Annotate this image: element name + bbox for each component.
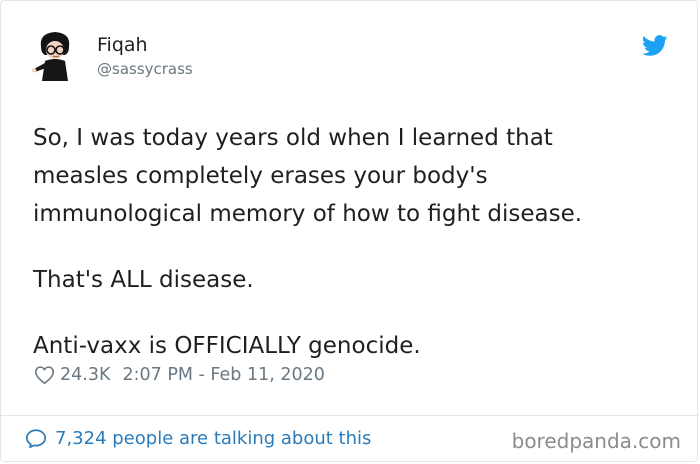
- watermark: boredpanda.com: [511, 429, 681, 453]
- talking-about-text: 7,324 people are talking about this: [55, 428, 372, 449]
- heart-icon[interactable]: [34, 365, 55, 385]
- divider: [1, 415, 699, 416]
- like-count[interactable]: 24.3K: [60, 365, 110, 385]
- tweet-meta: 24.3K 2:07 PM - Feb 11, 2020: [34, 365, 325, 385]
- timestamp[interactable]: 2:07 PM - Feb 11, 2020: [122, 365, 324, 385]
- avatar[interactable]: [31, 29, 79, 81]
- tweet-line: measles completely erases your body's: [33, 163, 488, 189]
- twitter-bird-icon[interactable]: [642, 35, 668, 57]
- speech-bubble-icon: [25, 429, 47, 449]
- tweet-text: So, I was today years old when I learned…: [33, 119, 673, 365]
- user-handle[interactable]: @sassycrass: [97, 60, 193, 78]
- tweet-card: Fiqah @sassycrass So, I was today years …: [0, 0, 699, 462]
- display-name[interactable]: Fiqah: [97, 34, 148, 56]
- tweet-line: immunological memory of how to fight dis…: [33, 201, 583, 227]
- tweet-line: So, I was today years old when I learned…: [33, 125, 553, 151]
- tweet-paragraph: That's ALL disease.: [33, 267, 254, 293]
- talking-about-link[interactable]: 7,324 people are talking about this: [25, 428, 371, 449]
- tweet-paragraph: Anti-vaxx is OFFICIALLY genocide.: [33, 333, 421, 359]
